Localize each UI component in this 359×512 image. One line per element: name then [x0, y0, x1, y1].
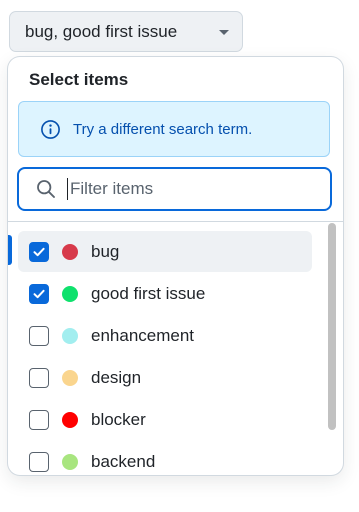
label-select-button[interactable]: bug, good first issue — [9, 11, 243, 52]
selected-labels-text: bug, good first issue — [25, 21, 178, 41]
item-label: good first issue — [91, 283, 206, 303]
check-icon — [33, 247, 45, 256]
list-item-backend[interactable]: backend — [18, 441, 312, 475]
notice-text: Try a different search term. — [73, 120, 253, 138]
checkbox-unchecked[interactable] — [29, 451, 49, 472]
items-list: bug good first issue enhancement design … — [8, 222, 343, 475]
info-notice: Try a different search term. — [18, 101, 330, 157]
list-item-good-first-issue[interactable]: good first issue — [18, 273, 312, 314]
search-icon — [36, 179, 56, 199]
item-label: enhancement — [91, 325, 195, 345]
label-color-dot — [62, 285, 78, 302]
checkbox-checked[interactable] — [29, 241, 49, 262]
list-item-enhancement[interactable]: enhancement — [18, 315, 312, 356]
checkbox-unchecked[interactable] — [29, 367, 49, 388]
list-item-blocker[interactable]: blocker — [18, 399, 312, 440]
checkbox-checked[interactable] — [29, 283, 49, 304]
scrollbar-thumb[interactable] — [328, 223, 336, 430]
filter-input[interactable] — [67, 178, 297, 200]
scrollbar[interactable] — [327, 223, 337, 471]
list-item-bug[interactable]: bug — [18, 231, 312, 272]
label-color-dot — [62, 453, 78, 470]
label-color-dot — [62, 411, 78, 428]
triangle-down-icon — [219, 30, 229, 35]
label-color-dot — [62, 327, 78, 344]
info-icon — [40, 119, 61, 140]
filter-field[interactable] — [17, 167, 332, 211]
label-color-dot — [62, 243, 78, 260]
panel-title: Select items — [29, 70, 129, 89]
item-label: blocker — [91, 409, 146, 429]
item-label: bug — [91, 241, 120, 261]
item-label: design — [91, 367, 142, 387]
list-item-design[interactable]: design — [18, 357, 312, 398]
checkbox-unchecked[interactable] — [29, 325, 49, 346]
checkbox-unchecked[interactable] — [29, 409, 49, 430]
item-label: backend — [91, 451, 156, 471]
select-panel: Select items Try a different search term… — [8, 57, 343, 475]
active-item-indicator — [8, 235, 12, 265]
label-color-dot — [62, 369, 78, 386]
check-icon — [33, 289, 45, 298]
